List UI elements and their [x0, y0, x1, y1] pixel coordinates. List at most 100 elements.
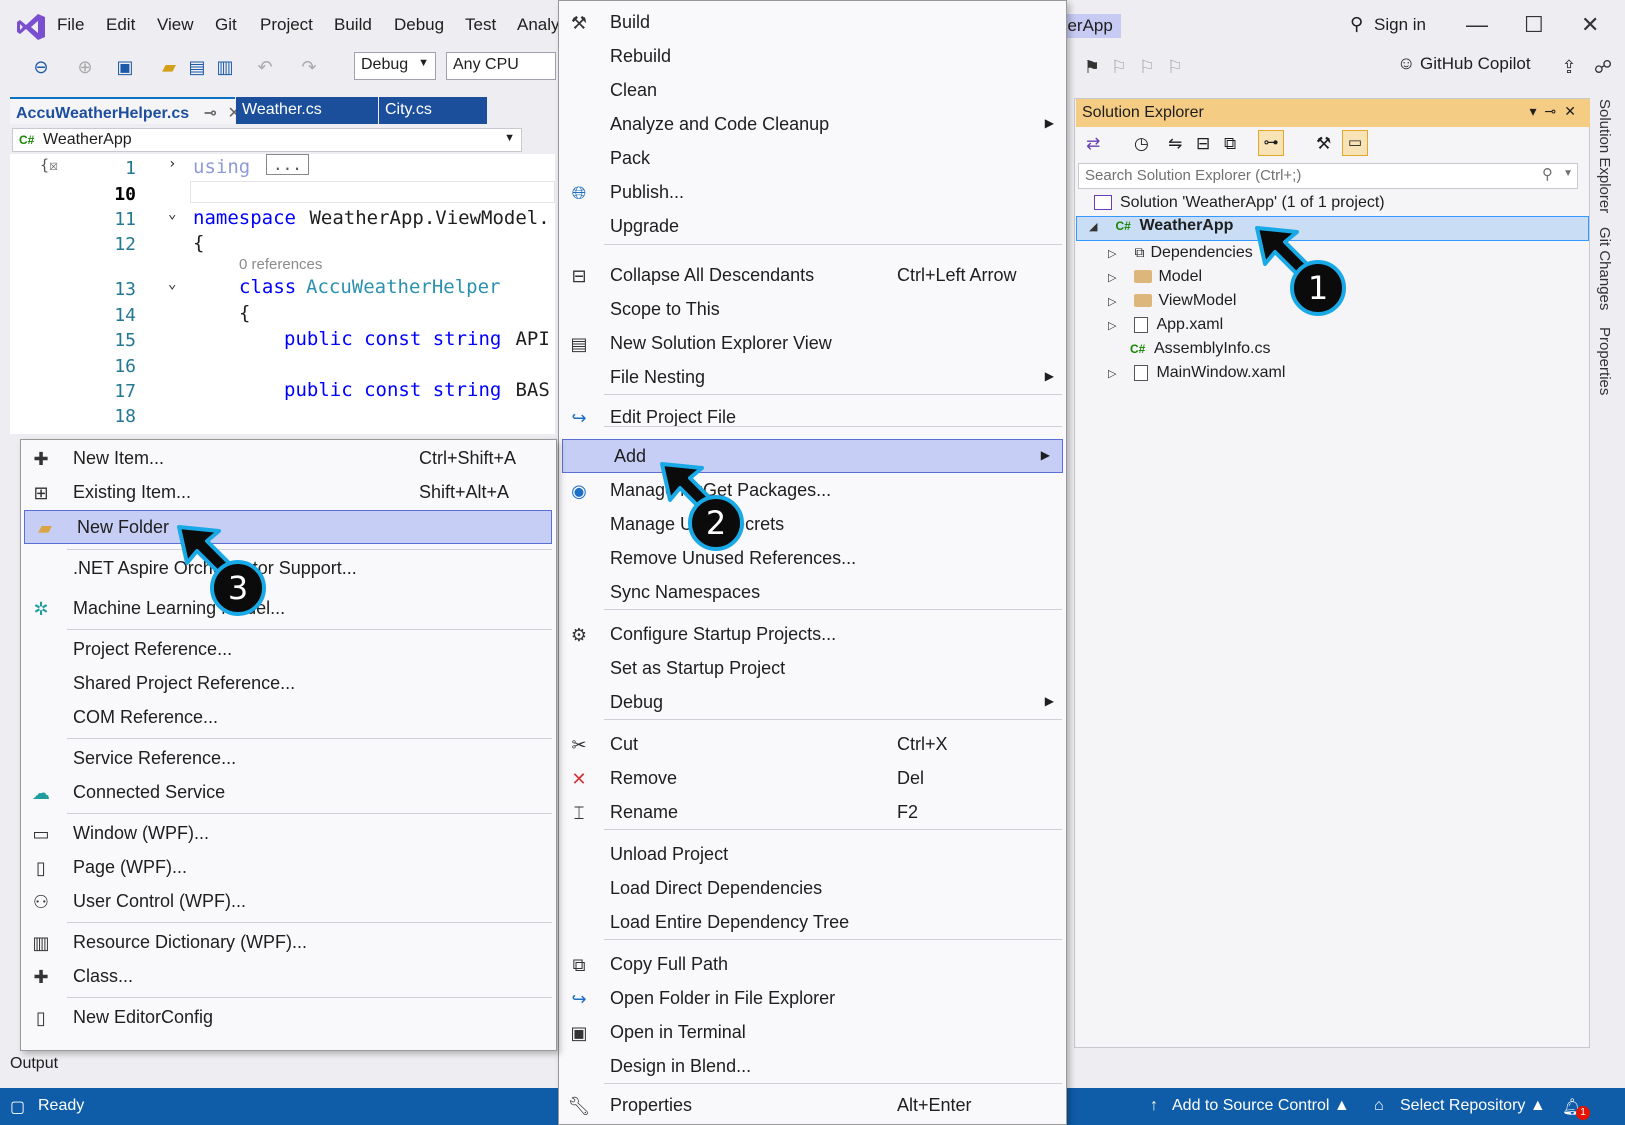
next-bookmark-icon[interactable]: ⚐ [1136, 56, 1158, 78]
menu-item-sync-namespaces[interactable]: Sync Namespaces [559, 576, 1066, 610]
side-tab-git-changes[interactable]: Git Changes [1596, 227, 1613, 310]
close-window-icon[interactable]: ✕ [1581, 12, 1599, 38]
menu-view[interactable]: View [157, 15, 194, 35]
visual-studio-logo-icon[interactable] [16, 12, 46, 42]
collapsed-triangle-icon[interactable]: ▷ [1108, 367, 1122, 380]
add-menu-item-machine-learning-model[interactable]: ✲ Machine Learning Model... [21, 592, 556, 626]
collapse-all-icon[interactable]: ⊟ [1196, 134, 1210, 154]
menu-item-cut[interactable]: ✂ Cut Ctrl+X [559, 728, 1066, 762]
menu-item-unload-project[interactable]: Unload Project [559, 838, 1066, 872]
minimize-icon[interactable]: — [1466, 12, 1488, 38]
menu-test[interactable]: Test [465, 15, 496, 35]
side-tab-solution-explorer[interactable]: Solution Explorer [1596, 99, 1613, 213]
add-menu-item-com-reference[interactable]: COM Reference... [21, 701, 556, 735]
menu-item-collapse-all-descendants[interactable]: ⊟ Collapse All Descendants Ctrl+Left Arrow [559, 259, 1066, 293]
code-editor[interactable]: 1 10 11 12 13 14 15 16 17 18 {☒ › ⌄ ⌄ us… [10, 154, 555, 434]
menu-item-manage-user-secrets[interactable]: Manage User Secrets [559, 508, 1066, 542]
collapse-icon[interactable]: ⌄ [168, 206, 176, 222]
menu-item-open-in-terminal[interactable]: ▣ Open in Terminal [559, 1016, 1066, 1050]
search-icon[interactable]: ⚲ [1542, 165, 1553, 183]
tree-item-app-xaml[interactable]: ▷ App.xaml [1108, 316, 1223, 334]
tree-item-model[interactable]: ▷ Model [1108, 268, 1202, 286]
menu-item-file-nesting[interactable]: File Nesting ▶ [559, 361, 1066, 395]
select-repository-button[interactable]: Select Repository ▲ [1400, 1097, 1546, 1115]
menu-item-set-as-startup-project[interactable]: Set as Startup Project [559, 652, 1066, 686]
tab-accuweatherhelper[interactable]: AccuWeatherHelper.cs ⊸ ✕ [10, 97, 241, 124]
menu-item-edit-project-file[interactable]: ↪ Edit Project File [559, 401, 1066, 435]
bookmark-icon[interactable]: ⚑ [1081, 56, 1103, 78]
tree-item-assemblyinfo[interactable]: C# AssemblyInfo.cs [1130, 340, 1270, 358]
menu-item-open-folder-in-file-explorer[interactable]: ↪ Open Folder in File Explorer [559, 982, 1066, 1016]
prev-bookmark-icon[interactable]: ⚐ [1108, 56, 1130, 78]
menu-item-new-solution-explorer-view[interactable]: ▤ New Solution Explorer View [559, 327, 1066, 361]
menu-item-rename[interactable]: ⌶ Rename F2 [559, 796, 1066, 830]
clear-bookmarks-icon[interactable]: ⚐ [1164, 56, 1186, 78]
menu-project[interactable]: Project [260, 15, 313, 35]
menu-item-rebuild[interactable]: Rebuild [559, 40, 1066, 74]
menu-file[interactable]: File [57, 15, 84, 35]
save-all-icon[interactable]: ▥ [214, 56, 236, 78]
configuration-dropdown[interactable]: Debug ▼ [354, 52, 436, 80]
menu-item-load-direct-dependencies[interactable]: Load Direct Dependencies [559, 872, 1066, 906]
feedback-icon[interactable]: ☍ [1592, 56, 1614, 78]
add-menu-item-class[interactable]: ✚ Class... [21, 960, 556, 994]
collapsed-triangle-icon[interactable]: ▷ [1108, 271, 1122, 284]
undo-icon[interactable]: ↶ [254, 56, 276, 78]
add-menu-item-user-control-wpf[interactable]: ⚇ User Control (WPF)... [21, 885, 556, 919]
new-project-icon[interactable]: ▣ [114, 56, 136, 78]
collapsed-region[interactable]: ... [266, 154, 309, 175]
preview-icon[interactable]: ▭ [1342, 130, 1368, 156]
menu-item-pack[interactable]: Pack [559, 142, 1066, 176]
menu-item-clean[interactable]: Clean [559, 74, 1066, 108]
tree-view-icon[interactable]: ⊶ [1258, 130, 1284, 156]
sign-in-button[interactable]: Sign in [1374, 15, 1426, 35]
share-icon[interactable]: ⇪ [1558, 56, 1580, 78]
collapsed-triangle-icon[interactable]: ▷ [1108, 247, 1122, 260]
solution-explorer-search[interactable]: Search Solution Explorer (Ctrl+;) ⚲ ▼ [1078, 163, 1578, 189]
menu-item-copy-full-path[interactable]: ⧉ Copy Full Path [559, 948, 1066, 982]
menu-item-scope-to-this[interactable]: Scope to This [559, 293, 1066, 327]
menu-item-remove[interactable]: ✕ Remove Del [559, 762, 1066, 796]
maximize-icon[interactable]: ☐ [1524, 12, 1544, 38]
chevron-down-icon[interactable]: ▼ [1563, 168, 1573, 179]
menu-item-debug[interactable]: Debug ▶ [559, 686, 1066, 720]
menu-debug[interactable]: Debug [394, 15, 444, 35]
menu-git[interactable]: Git [215, 15, 237, 35]
menu-item-upgrade[interactable]: Upgrade [559, 210, 1066, 244]
project-node[interactable]: ◢ C# WeatherApp [1076, 216, 1589, 241]
menu-item-design-in-blend[interactable]: Design in Blend... [559, 1050, 1066, 1084]
menu-item-configure-startup-projects[interactable]: ⚙ Configure Startup Projects... [559, 618, 1066, 652]
menu-item-load-entire-dependency-tree[interactable]: Load Entire Dependency Tree [559, 906, 1066, 940]
menu-build[interactable]: Build [334, 15, 372, 35]
tab-weather[interactable]: Weather.cs [236, 97, 378, 124]
switch-views-icon[interactable]: ⇄ [1086, 134, 1100, 154]
sync-icon[interactable]: ⇋ [1168, 134, 1182, 154]
add-menu-item-existing-item[interactable]: ⊞ Existing Item... Shift+Alt+A [21, 476, 556, 510]
github-copilot-button[interactable]: GitHub Copilot [1420, 54, 1531, 74]
open-icon[interactable]: ▰ [158, 56, 180, 78]
side-tab-properties[interactable]: Properties [1596, 327, 1613, 395]
menu-item-remove-unused-references[interactable]: Remove Unused References... [559, 542, 1066, 576]
add-menu-item-net-aspire-orchestrator-support[interactable]: .NET Aspire Orchestrator Support... [21, 552, 556, 586]
collapse-icon[interactable]: ⌄ [168, 276, 176, 292]
panel-window-controls[interactable]: ▾⊸✕ [1530, 103, 1585, 120]
menu-edit[interactable]: Edit [106, 15, 135, 35]
expand-icon[interactable]: › [168, 156, 176, 172]
platform-dropdown[interactable]: Any CPU [446, 52, 556, 80]
collapsed-triangle-icon[interactable]: ▷ [1108, 319, 1122, 332]
output-tab[interactable]: Output [0, 1048, 570, 1080]
show-all-files-icon[interactable]: ⧉ [1224, 134, 1236, 154]
back-icon[interactable]: ⊖ [30, 56, 52, 78]
codelens-references[interactable]: 0 references [239, 256, 322, 273]
add-menu-item-connected-service[interactable]: ☁ Connected Service [21, 776, 556, 810]
menu-item-publish[interactable]: 🌐︎ Publish... [559, 176, 1066, 210]
add-menu-item-new-item[interactable]: ✚ New Item... Ctrl+Shift+A [21, 442, 556, 476]
menu-item-manage-nuget-packages[interactable]: ◉ Manage NuGet Packages... [559, 474, 1066, 508]
properties-wrench-icon[interactable]: ⚒ [1316, 134, 1331, 154]
menu-item-analyze-and-code-cleanup[interactable]: Analyze and Code Cleanup ▶ [559, 108, 1066, 142]
add-menu-item-new-editorconfig[interactable]: ▯ New EditorConfig [21, 1001, 556, 1035]
tree-item-viewmodel[interactable]: ▷ ViewModel [1108, 292, 1236, 310]
quick-actions-icon[interactable]: {☒ [40, 156, 58, 174]
add-menu-item-page-wpf[interactable]: ▯ Page (WPF)... [21, 851, 556, 885]
pending-changes-icon[interactable]: ◷ [1134, 134, 1149, 154]
